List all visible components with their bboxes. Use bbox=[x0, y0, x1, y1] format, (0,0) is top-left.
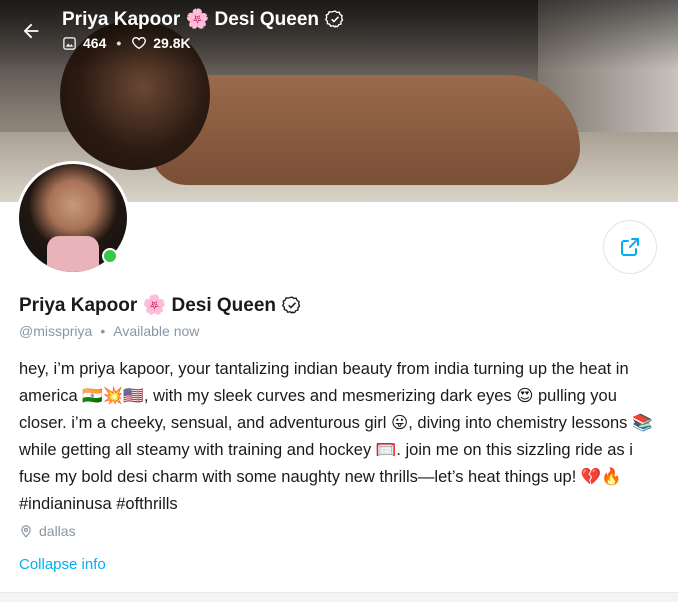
verified-badge-icon bbox=[282, 296, 301, 314]
location-pin-icon bbox=[21, 525, 31, 538]
header-title: Priya Kapoor 🌸 Desi Queen bbox=[62, 9, 320, 30]
profile-name: Priya Kapoor 🌸 Desi Queen bbox=[19, 295, 277, 316]
cover-figure bbox=[150, 75, 580, 185]
share-button[interactable] bbox=[603, 220, 657, 274]
heart-icon bbox=[132, 36, 147, 50]
arrow-left-icon bbox=[23, 23, 39, 39]
header-title-row: Priya Kapoor 🌸 Desi Queen bbox=[62, 7, 345, 31]
header-stats: 464 • 29.8K bbox=[62, 35, 191, 51]
section-divider bbox=[0, 592, 678, 602]
handle-separator: • bbox=[100, 323, 106, 339]
avatar-clothing bbox=[47, 236, 99, 272]
profile-bio: hey, i’m priya kapoor, your tantalizing … bbox=[19, 360, 653, 513]
profile-name-row: Priya Kapoor 🌸 Desi Queen bbox=[19, 293, 302, 317]
image-icon bbox=[63, 36, 76, 50]
share-icon bbox=[621, 238, 639, 256]
likes-count: 29.8K bbox=[153, 35, 191, 51]
availability-status: Available now bbox=[113, 323, 200, 339]
online-status-indicator bbox=[102, 248, 118, 264]
stats-separator: • bbox=[116, 35, 122, 51]
collapse-info-link[interactable]: Collapse info bbox=[19, 556, 106, 573]
profile-handle[interactable]: @misspriya bbox=[19, 323, 92, 339]
media-count: 464 bbox=[83, 35, 107, 51]
location-row: dallas bbox=[19, 523, 76, 539]
handle-row: @misspriya • Available now bbox=[19, 323, 199, 339]
location-text: dallas bbox=[39, 523, 76, 539]
back-button[interactable] bbox=[14, 14, 48, 48]
verified-badge-icon bbox=[325, 10, 344, 28]
